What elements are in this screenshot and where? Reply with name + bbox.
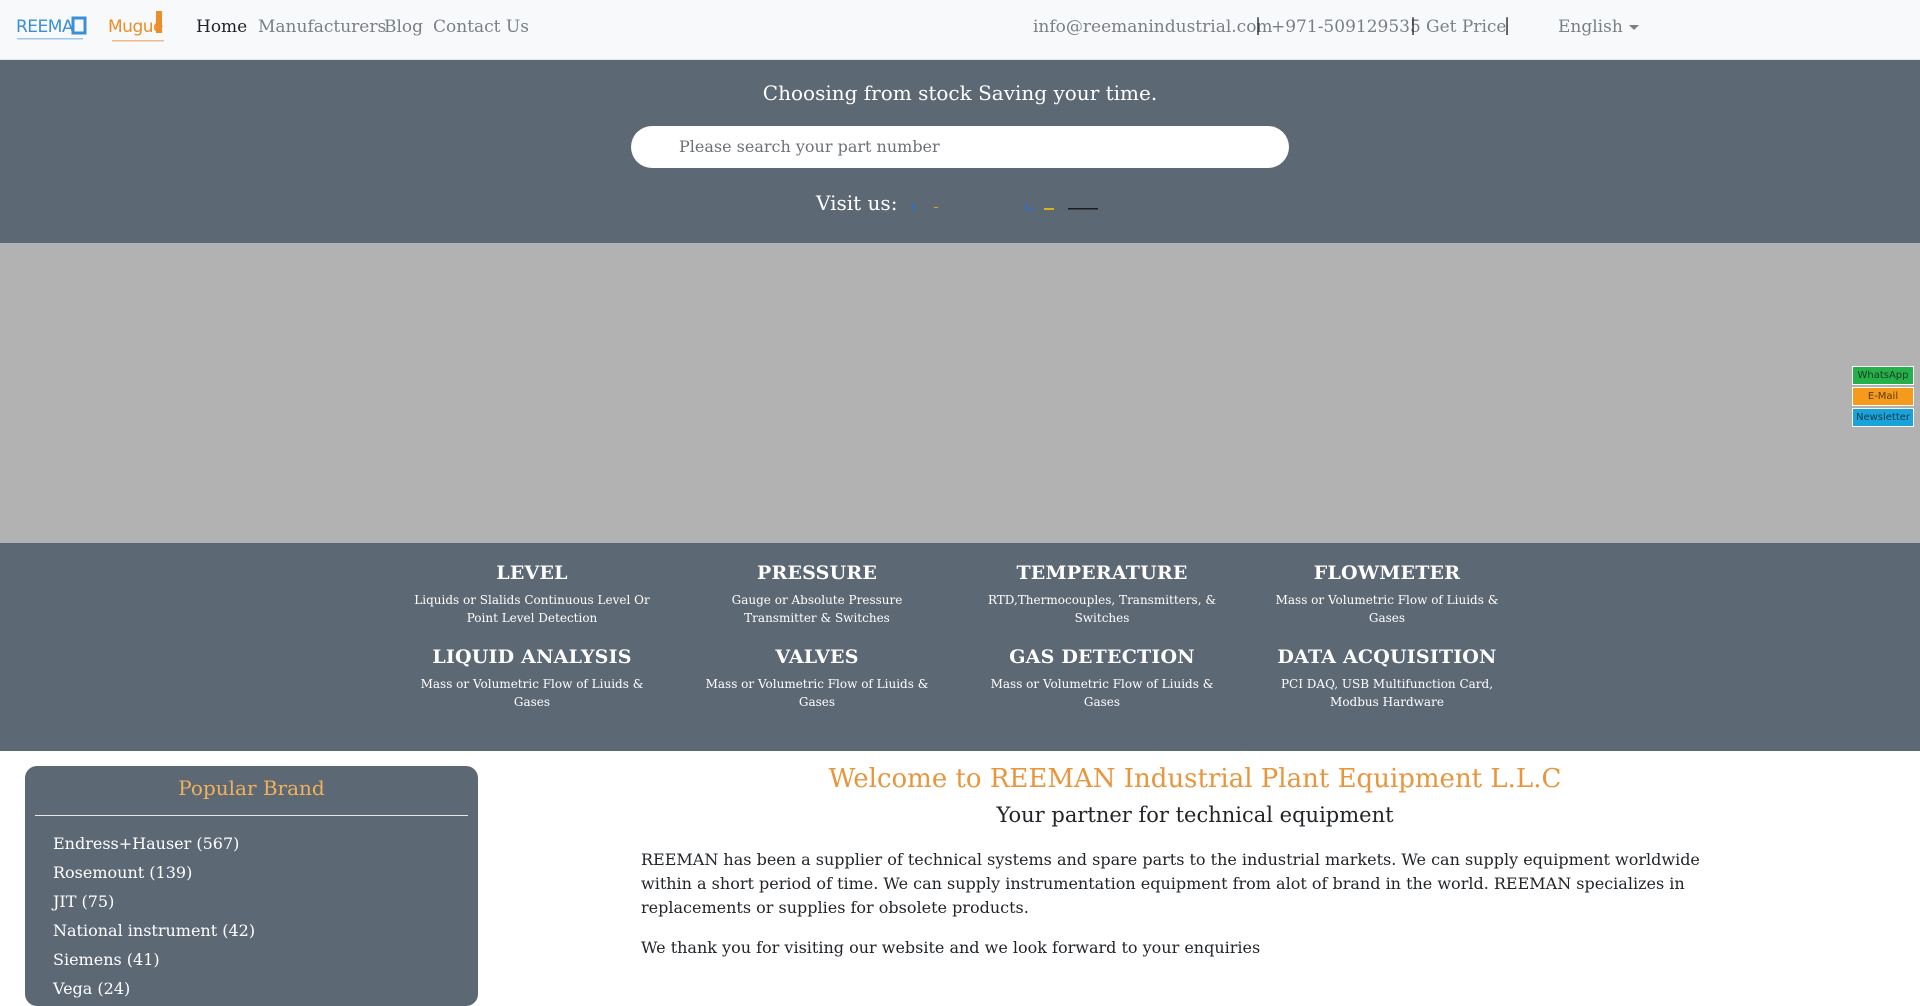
divider [35,815,468,816]
welcome-section: Welcome to REEMAN Industrial Plant Equip… [478,0,1912,993]
nav-blog[interactable]: Blog [384,17,423,37]
brand-link-siemens[interactable]: Siemens (41) [53,950,160,969]
welcome-paragraph: REEMAN has been a supplier of technical … [641,850,1700,917]
popular-brand-title: Popular Brand [178,776,325,800]
brand-link-rosemount[interactable]: Rosemount (139) [53,863,192,882]
popular-brand-panel: Popular Brand Endress+Hauser (567) Rosem… [25,766,478,1006]
brand-link-vega[interactable]: Vega (24) [53,979,130,998]
nav-manufacturers[interactable]: Manufacturers [258,17,386,37]
brand-link-endress-hauser[interactable]: Endress+Hauser (567) [53,834,239,853]
muguet-logo[interactable]: Mugue [106,8,168,48]
welcome-title: Welcome to REEMAN Industrial Plant Equip… [828,764,1562,794]
svg-text:REEMA: REEMA [16,17,74,37]
brand-link-jit[interactable]: JIT (75) [53,892,114,911]
welcome-subtitle: Your partner for technical equipment [996,803,1394,827]
reeman-logo[interactable]: REEMA [15,12,87,44]
welcome-paragraph: We thank you for visiting our website an… [641,938,1261,957]
nav-home[interactable]: Home [196,17,247,37]
brand-link-national-instrument[interactable]: National instrument (42) [53,921,255,940]
svg-text:Mugue: Mugue [108,17,163,37]
